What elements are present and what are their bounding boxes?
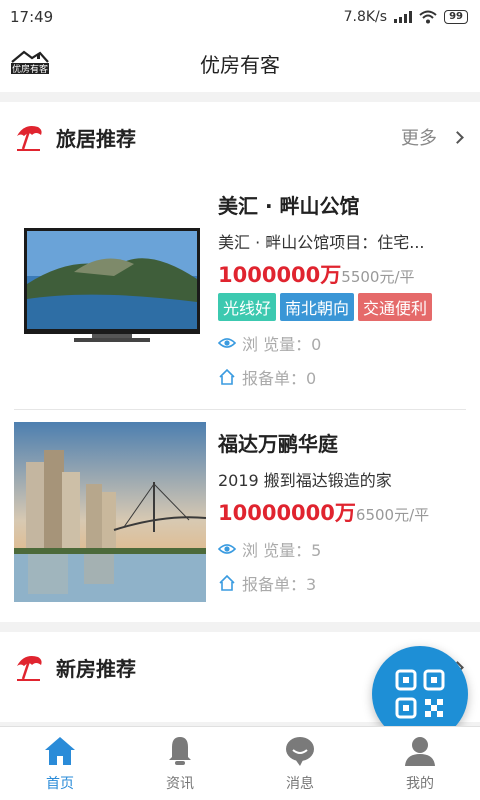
logo-icon: 优房有客 bbox=[11, 50, 49, 75]
views-count: 浏 览量：0 bbox=[242, 335, 322, 354]
home-icon bbox=[45, 736, 75, 765]
wifi-icon bbox=[419, 10, 437, 24]
listing-desc: 美汇 · 畔山公馆项目：住宅... bbox=[218, 233, 425, 252]
section-header: 旅居推荐 更多 bbox=[14, 102, 466, 172]
listing-name: 福达万鹂华庭 bbox=[218, 432, 338, 456]
status-bar: 17:49 7.8K/s 99 bbox=[0, 0, 480, 34]
bell-icon bbox=[169, 736, 191, 765]
network-speed: 7.8K/s bbox=[343, 9, 388, 25]
umbrella-icon bbox=[17, 656, 42, 681]
house-icon bbox=[219, 574, 235, 591]
status-icons: 7.8K/s 99 bbox=[344, 9, 468, 25]
listing-card[interactable]: 美汇 · 畔山公馆 美汇 · 畔山公馆项目：住宅... 1000000万5500… bbox=[14, 172, 466, 409]
page-title: 优房有客 bbox=[200, 52, 280, 77]
logo-text: 优房有客 bbox=[12, 63, 48, 75]
tv-image bbox=[14, 184, 206, 364]
price-row: 1000000万5500元/平 bbox=[218, 259, 466, 289]
chevron-right-icon bbox=[451, 130, 464, 144]
listing-price: 1000000万 bbox=[218, 263, 342, 287]
views-row: 浏 览量：0 bbox=[218, 331, 466, 355]
tab-profile[interactable]: 我的 bbox=[360, 727, 480, 800]
tag-list: 光线好 南北朝向 交通便利 bbox=[218, 293, 466, 321]
unit-price: 6500元/平 bbox=[355, 506, 430, 524]
qr-code-icon bbox=[395, 669, 445, 719]
travel-section: 旅居推荐 更多 美汇 · 畔山公馆 美汇 · 畔山公馆项目：住宅... 1000… bbox=[0, 102, 480, 622]
tag-good-light: 光线好 bbox=[218, 293, 277, 321]
umbrella-icon bbox=[17, 126, 42, 151]
tab-label: 消息 bbox=[286, 775, 314, 792]
tab-news[interactable]: 资讯 bbox=[120, 727, 240, 800]
tab-label: 首页 bbox=[46, 775, 74, 792]
listing-price: 10000000万 bbox=[218, 501, 356, 525]
divider bbox=[0, 92, 480, 102]
tag-transport: 交通便利 bbox=[358, 293, 433, 321]
views-count: 浏 览量：5 bbox=[242, 541, 322, 560]
tag-orientation: 南北朝向 bbox=[280, 293, 355, 321]
listing-name: 美汇 · 畔山公馆 bbox=[218, 194, 360, 218]
tab-label: 我的 bbox=[406, 775, 434, 792]
eye-icon bbox=[218, 338, 236, 348]
reports-count: 报备单：0 bbox=[242, 369, 317, 388]
reports-row: 报备单：3 bbox=[218, 571, 466, 595]
eye-icon bbox=[218, 544, 236, 554]
chat-icon bbox=[286, 736, 314, 766]
more-label: 更多 bbox=[401, 128, 437, 149]
listing-card[interactable]: 福达万鹂华庭 2019 搬到福达锻造的家 10000000万6500元/平 浏 … bbox=[14, 409, 466, 622]
battery-icon: 99 bbox=[444, 10, 468, 24]
bottom-tab-bar: 首页 资讯 消息 我的 bbox=[0, 726, 480, 800]
price-row: 10000000万6500元/平 bbox=[218, 497, 466, 527]
more-button[interactable]: 更多 bbox=[401, 124, 466, 150]
section-title: 新房推荐 bbox=[56, 656, 136, 681]
unit-price: 5500元/平 bbox=[341, 268, 415, 286]
reports-row: 报备单：0 bbox=[218, 365, 466, 389]
signal-icon bbox=[394, 11, 413, 23]
views-row: 浏 览量：5 bbox=[218, 537, 466, 561]
reports-count: 报备单：3 bbox=[242, 575, 317, 594]
app-header: 优房有客 优房有客 bbox=[0, 34, 480, 92]
house-icon bbox=[219, 368, 235, 385]
listing-desc: 2019 搬到福达锻造的家 bbox=[218, 471, 392, 490]
building-image bbox=[14, 422, 206, 602]
tab-label: 资讯 bbox=[166, 775, 194, 792]
tab-messages[interactable]: 消息 bbox=[240, 727, 360, 800]
section-title: 旅居推荐 bbox=[56, 126, 136, 151]
user-icon bbox=[405, 736, 435, 766]
tab-home[interactable]: 首页 bbox=[0, 727, 120, 800]
status-time: 17:49 bbox=[10, 8, 54, 26]
